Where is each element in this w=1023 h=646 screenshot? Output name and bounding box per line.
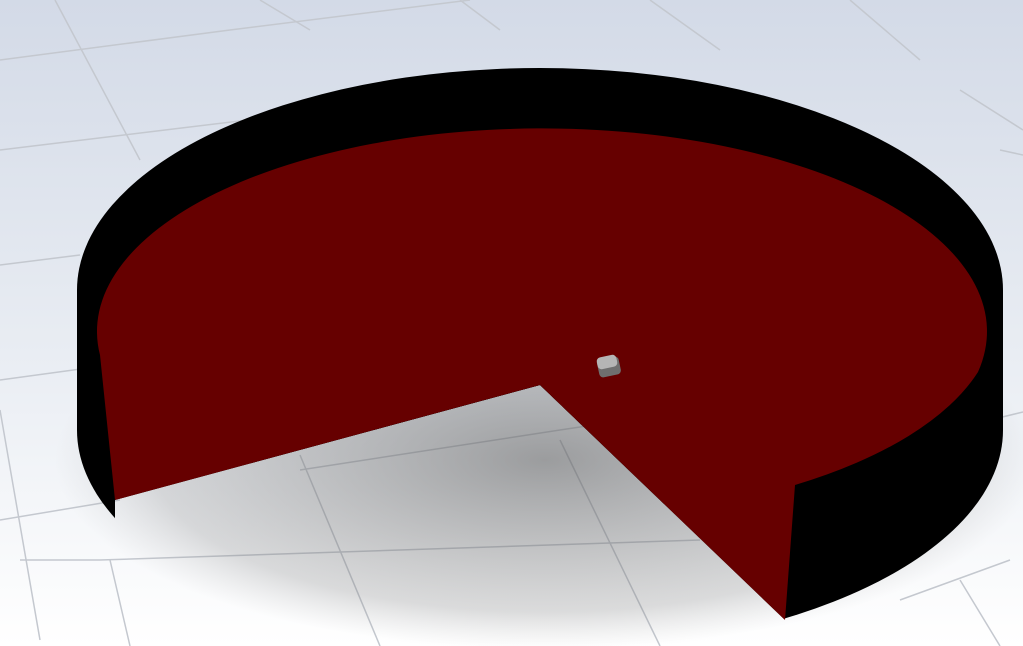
viewport-3d[interactable] [0, 0, 1023, 646]
